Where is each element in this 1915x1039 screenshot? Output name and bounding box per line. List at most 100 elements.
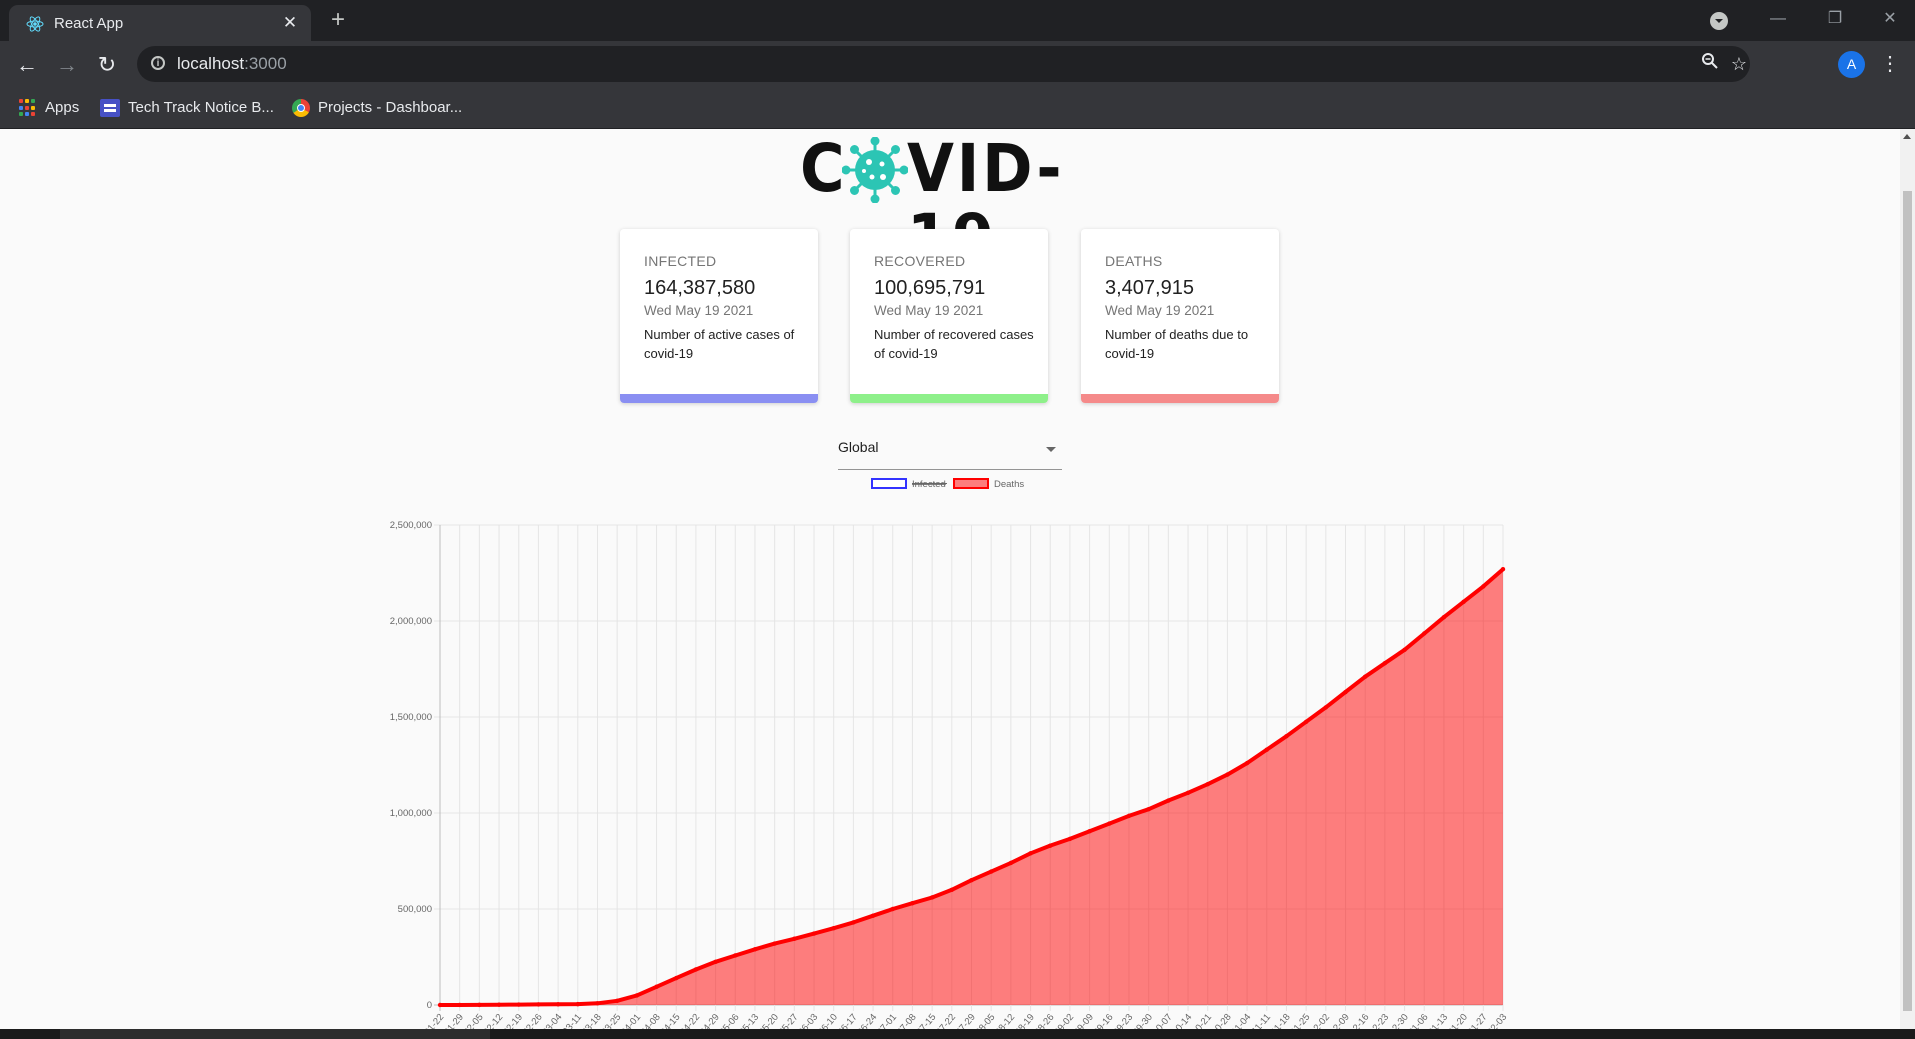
- card-date: Wed May 19 2021: [644, 303, 754, 318]
- page-scrollbar[interactable]: [1900, 129, 1915, 1029]
- close-window-icon[interactable]: ✕: [1870, 4, 1910, 34]
- deaths-point: [1087, 829, 1092, 834]
- deaths-point: [890, 906, 895, 912]
- deaths-point: [1441, 614, 1447, 620]
- deaths-point: [536, 1002, 541, 1007]
- deaths-point: [910, 901, 915, 906]
- deaths-point: [437, 1002, 443, 1008]
- deaths-point: [477, 1002, 482, 1008]
- card-title: Infected: [644, 253, 717, 269]
- chart-svg: 0 500,000 1,000,000 1,500,000 2,000,000 2,500…: [390, 478, 1509, 1029]
- deaths-point: [949, 887, 955, 892]
- zoom-icon[interactable]: [1698, 52, 1722, 76]
- back-icon[interactable]: ←: [11, 49, 43, 81]
- deaths-point: [516, 1002, 521, 1007]
- recovered-card: Recovered 100,695,791 Wed May 19 2021 Nu…: [850, 229, 1048, 403]
- restore-icon[interactable]: ❐: [1815, 4, 1855, 34]
- deaths-point: [831, 926, 836, 931]
- country-select[interactable]: Global: [838, 437, 1062, 470]
- card-date: Wed May 19 2021: [874, 303, 984, 318]
- y-tick-label: 1,500,000: [390, 712, 432, 723]
- deaths-point: [752, 947, 758, 952]
- scroll-thumb[interactable]: [1903, 191, 1912, 1011]
- apps-grid-icon: [19, 99, 37, 117]
- browser-tab[interactable]: React App ✕: [9, 5, 311, 41]
- y-tick-label: 2,000,000: [390, 616, 432, 627]
- deaths-point: [851, 920, 856, 925]
- browser-toolbar: ← → ↻ i localhost:3000 ☆ A ⋮: [0, 41, 1915, 88]
- deaths-card: Deaths 3,407,915 Wed May 19 2021 Number …: [1081, 229, 1279, 403]
- react-icon: [26, 16, 44, 32]
- y-tick-label: 1,000,000: [390, 808, 432, 819]
- deaths-point: [595, 1001, 600, 1006]
- chrome-icon: [292, 99, 310, 118]
- deaths-point: [1225, 772, 1230, 777]
- y-tick-label: 2,500,000: [390, 520, 432, 531]
- browser-menu-icon[interactable]: ⋮: [1880, 50, 1900, 78]
- bookmark-projects[interactable]: Projects - Dashboar...: [292, 95, 462, 121]
- close-tab-icon[interactable]: ✕: [279, 12, 301, 34]
- deaths-point: [674, 975, 679, 981]
- infected-card: Infected 164,387,580 Wed May 19 2021 Num…: [620, 229, 818, 403]
- card-description: Number of recovered cases of covid-19: [874, 327, 1034, 361]
- url-text[interactable]: localhost:3000: [177, 54, 287, 74]
- forward-icon[interactable]: →: [51, 49, 83, 81]
- virus-icon: [842, 137, 908, 203]
- deaths-point: [1067, 836, 1073, 842]
- deaths-point: [969, 878, 974, 883]
- deaths-point: [1500, 566, 1506, 572]
- deaths-point: [693, 967, 699, 972]
- deaths-point: [772, 941, 777, 946]
- chevron-down-icon: [1046, 447, 1056, 452]
- deaths-point: [1382, 661, 1388, 666]
- deaths-point: [555, 1002, 561, 1007]
- reload-icon[interactable]: ↻: [91, 49, 123, 81]
- tab-search-icon[interactable]: [1710, 12, 1728, 30]
- card-description: Number of deaths due to covid-19: [1105, 327, 1249, 361]
- card-accent-bar: [1081, 394, 1279, 403]
- country-select-value: Global: [838, 439, 879, 455]
- deaths-point: [654, 984, 659, 989]
- y-tick-label: 0: [427, 1000, 432, 1011]
- deaths-point: [1244, 760, 1250, 766]
- deaths-point: [1146, 806, 1151, 812]
- card-description: Number of active cases of covid-19: [644, 327, 795, 361]
- minimize-icon[interactable]: —: [1758, 4, 1798, 34]
- legend-swatch-deaths: [953, 478, 989, 489]
- deaths-point: [988, 869, 994, 874]
- deaths-point: [1264, 747, 1269, 752]
- deaths-point: [811, 931, 817, 936]
- new-tab-button[interactable]: +: [325, 7, 351, 33]
- deaths-point: [929, 895, 935, 900]
- deaths-point: [1323, 705, 1329, 710]
- card-date: Wed May 19 2021: [1105, 303, 1215, 318]
- y-tick-label: 500,000: [398, 904, 432, 915]
- deaths-point: [1028, 851, 1033, 856]
- card-accent-bar: [850, 394, 1048, 403]
- address-bar[interactable]: i localhost:3000 ☆: [137, 46, 1750, 82]
- site-info-icon[interactable]: i: [151, 56, 165, 70]
- deaths-point: [457, 1002, 462, 1008]
- card-title: Deaths: [1105, 253, 1163, 269]
- card-value: 164,387,580: [644, 277, 756, 299]
- bookmark-apps[interactable]: Apps: [19, 95, 79, 121]
- card-value: 3,407,915: [1105, 277, 1194, 299]
- deaths-point: [792, 936, 797, 941]
- deaths-point: [1008, 860, 1014, 866]
- deaths-point: [1363, 674, 1368, 679]
- scroll-up-icon[interactable]: [1903, 134, 1911, 139]
- bookmarks-bar: Apps Tech Track Notice B... Projects - D…: [0, 88, 1915, 129]
- deaths-point: [1402, 647, 1407, 652]
- profile-avatar[interactable]: A: [1838, 51, 1865, 78]
- deaths-point: [575, 1001, 580, 1007]
- card-title: Recovered: [874, 253, 966, 269]
- deaths-point: [1205, 782, 1210, 787]
- tab-title: React App: [54, 15, 124, 32]
- legend-label-deaths: Deaths: [994, 479, 1024, 490]
- deaths-point: [634, 993, 640, 998]
- os-taskbar: [0, 1029, 1915, 1039]
- taskbar-item[interactable]: [60, 1029, 490, 1039]
- deaths-point: [1048, 843, 1053, 848]
- bookmark-star-icon[interactable]: ☆: [1727, 52, 1751, 76]
- bookmark-tech-track[interactable]: Tech Track Notice B...: [100, 95, 274, 121]
